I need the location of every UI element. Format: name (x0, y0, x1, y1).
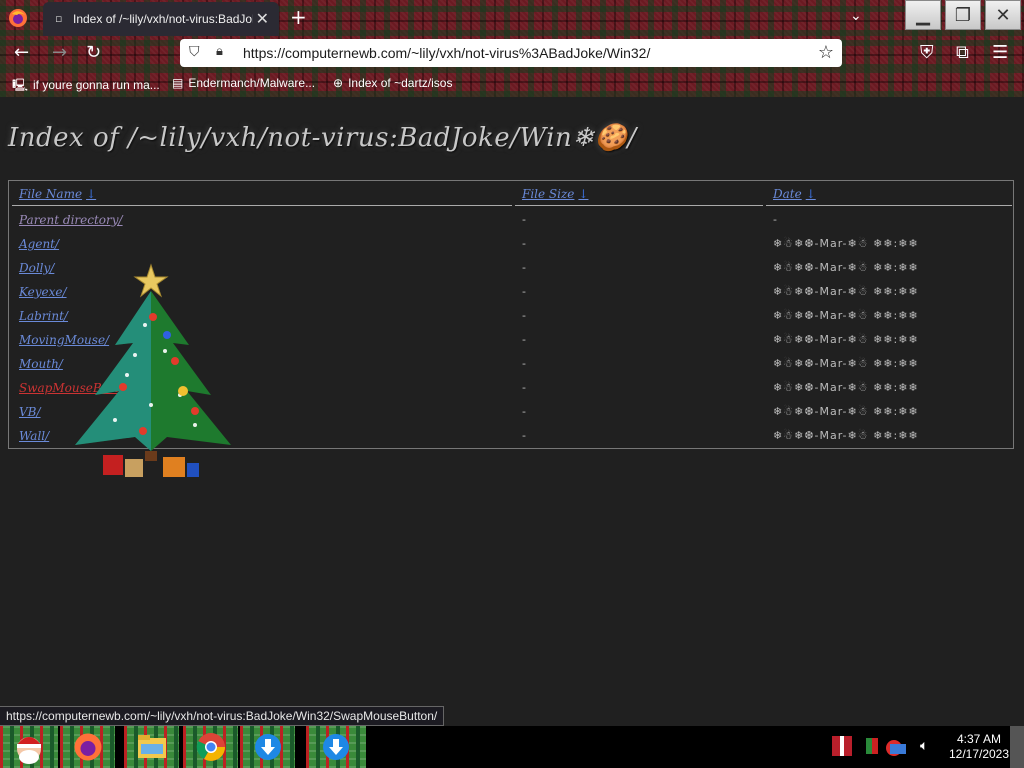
file-date: ❄☃❄❆-Mar-❄☃ ❄❄:❄❄ (773, 381, 919, 394)
back-button[interactable]: ← (14, 42, 29, 63)
file-size: - (522, 381, 526, 394)
computer-icon: 🖳 (12, 78, 29, 92)
header-divider (766, 205, 1012, 206)
file-size: - (522, 405, 526, 418)
folder-link[interactable]: Agent/ (19, 237, 59, 251)
file-size: - (522, 357, 526, 370)
page-title: Index of /~lily/vxh/not-virus:BadJoke/Wi… (8, 123, 637, 153)
file-date: ❄☃❄❆-Mar-❄☃ ❄❄:❄❄ (773, 333, 919, 346)
download-icon (323, 734, 349, 760)
windows-taskbar: 🔈︎ 4:37 AM 12/17/2023 (0, 726, 1024, 768)
link-status-bar: https://computernewb.com/~lily/vxh/not-v… (0, 706, 445, 726)
bookmark-item[interactable]: ▤ Endermanch/Malware... (172, 76, 315, 90)
clock-time: 4:37 AM (956, 732, 1002, 746)
folder-link[interactable]: VB/ (19, 405, 41, 419)
folder-link[interactable]: Wall/ (19, 429, 49, 443)
file-date: ❄☃❄❆-Mar-❄☃ ❄❄:❄❄ (773, 405, 919, 418)
bookmark-item[interactable]: ⊕ Index of ~dartz/isos (333, 76, 452, 90)
bookmark-star-icon[interactable]: ☆ (818, 42, 834, 63)
column-header-size[interactable]: File Size ↓ (522, 187, 588, 201)
tab-strip: ▫ Index of /~lily/vxh/not-virus:BadJoke/… (0, 0, 1024, 36)
taskbar-file-explorer[interactable] (124, 726, 179, 768)
reload-button[interactable]: ↻ (86, 42, 101, 63)
start-button[interactable] (0, 726, 58, 768)
parent-directory-link[interactable]: Parent directory/ (19, 213, 123, 227)
file-date: ❄☃❄❆-Mar-❄☃ ❄❄:❄❄ (773, 357, 919, 370)
file-date: ❄☃❄❆-Mar-❄☃ ❄❄:❄❄ (773, 237, 919, 250)
table-row: Parent directory/ - - (9, 213, 1015, 235)
close-window-button[interactable]: ✕ (985, 0, 1021, 30)
file-size: - (522, 309, 526, 322)
file-date: ❄☃❄❆-Mar-❄☃ ❄❄:❄❄ (773, 429, 919, 442)
folder-link[interactable]: Dolly/ (19, 261, 54, 275)
bookmark-label: if youre gonna run ma... (33, 78, 160, 92)
folder-icon (137, 735, 166, 758)
network-icon[interactable] (866, 734, 910, 758)
volume-icon[interactable]: 🔈︎ (920, 738, 928, 754)
file-size: - (522, 261, 526, 274)
taskbar-download-app[interactable] (240, 726, 295, 768)
page-icon: ▫ (55, 12, 63, 25)
globe-icon: ⊕ (333, 76, 344, 90)
column-header-date[interactable]: Date ↓ (773, 187, 816, 201)
taskbar-download-app[interactable] (306, 726, 366, 768)
firefox-icon[interactable] (8, 8, 28, 28)
tab-title: Index of /~lily/vxh/not-virus:BadJoke/Wi… (73, 12, 253, 26)
list-tabs-chevron-icon[interactable]: ⌄ (850, 8, 862, 24)
pocket-icon[interactable]: ⛨ (920, 42, 934, 63)
page-icon: ▤ (172, 76, 184, 90)
bookmark-label: Index of ~dartz/isos (348, 76, 453, 90)
sort-arrow-icon: ↓ (578, 187, 589, 201)
extensions-icon[interactable]: ⧉ (956, 42, 969, 63)
flag-icon[interactable] (832, 736, 852, 756)
file-date: ❄☃❄❆-Mar-❄☃ ❄❄:❄❄ (773, 261, 919, 274)
file-size: - (522, 213, 526, 226)
hamburger-menu-icon[interactable]: ☰ (992, 42, 1008, 63)
file-date: ❄☃❄❆-Mar-❄☃ ❄❄:❄❄ (773, 309, 919, 322)
column-header-name[interactable]: File Name ↓ (19, 187, 96, 201)
page-content: Index of /~lily/vxh/not-virus:BadJoke/Wi… (0, 97, 1024, 726)
firefox-icon (74, 733, 101, 761)
sort-arrow-icon: ↓ (86, 187, 97, 201)
taskbar-firefox[interactable] (60, 726, 115, 768)
bookmark-item[interactable]: 🖳 if youre gonna run ma... (12, 76, 160, 97)
forward-button[interactable]: → (52, 42, 67, 63)
shield-icon[interactable]: ⛉ (189, 44, 200, 60)
active-tab[interactable]: ▫ Index of /~lily/vxh/not-virus:BadJoke/… (43, 2, 279, 36)
download-icon (254, 734, 281, 760)
new-tab-button[interactable]: + (290, 5, 307, 29)
address-bar[interactable]: ⛉ 🔒︎ https://computernewb.com/~lily/vxh/… (180, 39, 842, 67)
url-text[interactable]: https://computernewb.com/~lily/vxh/not-v… (243, 45, 650, 61)
file-size: - (522, 285, 526, 298)
system-tray: 🔈︎ (830, 726, 960, 768)
bookmarks-toolbar: 🖳 if youre gonna run ma... ▤ Endermanch/Ma… (0, 70, 1024, 97)
file-date: ❄☃❄❆-Mar-❄☃ ❄❄:❄❄ (773, 285, 919, 298)
clock-date: 12/17/2023 (948, 747, 1010, 761)
lock-icon[interactable]: 🔒︎ (216, 44, 223, 59)
navigation-toolbar: ← → ↻ ⛉ 🔒︎ https://computernewb.com/~lil… (0, 36, 1024, 70)
tab-close-icon[interactable]: ✕ (256, 9, 269, 28)
santa-icon (17, 737, 41, 764)
bookmark-label: Endermanch/Malware... (188, 76, 316, 90)
taskbar-chrome[interactable] (183, 726, 238, 768)
christmas-tree-icon (55, 255, 255, 495)
show-desktop-button[interactable] (1010, 726, 1024, 768)
file-size: - (522, 429, 526, 442)
clock[interactable]: 4:37 AM 12/17/2023 (944, 732, 1014, 762)
chrome-icon (196, 733, 225, 761)
sort-arrow-icon: ↓ (805, 187, 816, 201)
header-divider (515, 205, 763, 206)
restore-button[interactable]: ❐ (945, 0, 981, 30)
minimize-button[interactable]: ▁ (905, 0, 941, 30)
file-date: - (773, 213, 778, 226)
file-size: - (522, 333, 526, 346)
file-size: - (522, 237, 526, 250)
header-divider (12, 205, 512, 206)
